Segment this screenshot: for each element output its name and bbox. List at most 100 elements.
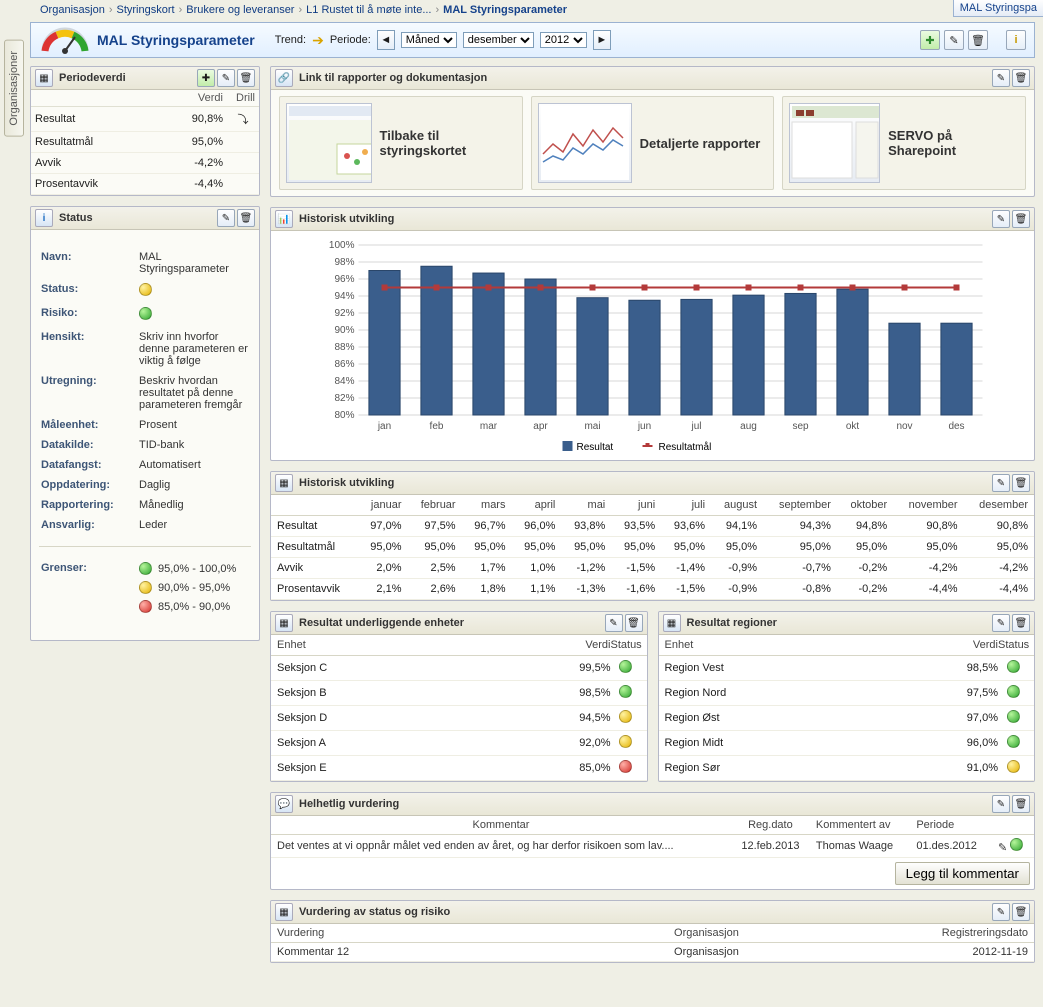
hist-col: august [711,495,763,516]
hist-cell: 96,7% [462,516,512,537]
edit-button[interactable]: ✎ [944,30,964,50]
units-delete-button[interactable]: 🗑 [625,614,643,632]
vurdering-delete-button[interactable]: 🗑 [1012,795,1030,813]
unit-row[interactable]: Seksjon A92,0% [271,731,647,756]
unit-status [998,760,1028,776]
status-risiko-delete-button[interactable]: 🗑 [1012,903,1030,921]
grid-icon: ▦ [275,903,293,921]
units-edit-button[interactable]: ✎ [605,614,623,632]
unit-row[interactable]: Region Vest98,5% [659,656,1035,681]
unit-row[interactable]: Region Nord97,5% [659,681,1035,706]
unit-status [611,685,641,701]
hist-col [271,495,358,516]
sidebar-tab-organisasjoner[interactable]: Organisasjoner [4,40,24,137]
add-comment-button[interactable]: Legg til kommentar [895,862,1030,885]
year-select[interactable]: 2012 [540,32,587,48]
chart-delete-button[interactable]: 🗑 [1012,210,1030,228]
granularity-select[interactable]: Måned [401,32,457,48]
chart-edit-button[interactable]: ✎ [992,210,1010,228]
unit-row[interactable]: Region Midt96,0% [659,731,1035,756]
periodeverdi-delete-button[interactable]: 🗑 [237,69,255,87]
unit-name: Seksjon C [277,662,551,674]
status-risiko-title: Vurdering av status og risiko [299,906,450,918]
status-edit-button[interactable]: ✎ [217,209,235,227]
unit-name: Seksjon A [277,737,551,749]
lbl-datafangst: Datafangst: [41,459,131,471]
svg-text:Resultat: Resultat [577,442,614,453]
crumb-l1[interactable]: L1 Rustet til å møte inte... [306,4,431,16]
status-delete-button[interactable]: 🗑 [237,209,255,227]
hist-cell: -0,9% [711,579,763,600]
val-datafangst: Automatisert [139,459,249,471]
vurdering-title: Helhetlig vurdering [299,798,399,810]
hist-cell: 95,0% [964,537,1034,558]
unit-row[interactable]: Seksjon D94,5% [271,706,647,731]
unit-status [611,735,641,751]
svg-text:96%: 96% [334,274,354,285]
link-label: Tilbake til styringskortet [380,128,516,158]
crumb-styringskort[interactable]: Styringskort [117,4,175,16]
gauge-icon [39,25,91,55]
val-rapportering: Månedlig [139,499,249,511]
hist-cell: 1,0% [511,558,561,579]
row-edit-icon[interactable]: ✎ [998,842,1007,854]
crumb-brukere[interactable]: Brukere og leveranser [186,4,294,16]
sr-v: Kommentar 12 [271,943,519,962]
hist-cell: 94,1% [711,516,763,537]
status-dot-icon [1007,735,1020,748]
status-risiko-edit-button[interactable]: ✎ [992,903,1010,921]
unit-row[interactable]: Seksjon C99,5% [271,656,647,681]
unit-row[interactable]: Region Sør91,0% [659,756,1035,781]
pv-label: Avvik [31,153,157,174]
svg-text:86%: 86% [334,359,354,370]
unit-row[interactable]: Seksjon E85,0% [271,756,647,781]
unit-status [611,760,641,776]
add-button[interactable]: ✚ [920,30,940,50]
link-label: SERVO på Sharepoint [888,128,1019,158]
pv-value: 90,8% [157,107,227,132]
crumb-organisasjon[interactable]: Organisasjon [40,4,105,16]
unit-value: 99,5% [551,662,611,674]
history-title: Historisk utvikling [299,477,394,489]
regions-delete-button[interactable]: 🗑 [1012,614,1030,632]
month-select[interactable]: desember [463,32,534,48]
history-edit-button[interactable]: ✎ [992,474,1010,492]
regions-col-name: Enhet [665,639,939,651]
svg-text:des: des [948,421,964,432]
status-dot-icon [619,685,632,698]
page-title: MAL Styringsparameter [97,32,255,48]
periodeverdi-edit-button[interactable]: ✎ [217,69,235,87]
status-dot-icon [619,660,632,673]
hist-col: juli [661,495,711,516]
pv-drill[interactable]: ⤵ [227,107,259,132]
lbl-navn: Navn: [41,251,131,275]
unit-name: Region Øst [665,712,939,724]
link-icon: 🔗 [275,69,293,87]
link-card[interactable]: Tilbake til styringskortet [279,96,523,190]
unit-row[interactable]: Seksjon B98,5% [271,681,647,706]
status-dot-icon [619,735,632,748]
unit-row[interactable]: Region Øst97,0% [659,706,1035,731]
links-delete-button[interactable]: 🗑 [1012,69,1030,87]
regions-edit-button[interactable]: ✎ [992,614,1010,632]
threshold-text: 90,0% - 95,0% [158,582,230,594]
hist-cell: 95,0% [561,537,611,558]
val-navn: MAL Styringsparameter [139,251,249,275]
hist-cell: -4,2% [893,558,963,579]
vurdering-edit-button[interactable]: ✎ [992,795,1010,813]
breadcrumb: Organisasjon› Styringskort› Brukere og l… [0,0,1043,22]
hist-cell: 97,0% [358,516,408,537]
link-card[interactable]: SERVO på Sharepoint [782,96,1026,190]
svg-text:sep: sep [792,421,809,432]
periodeverdi-add-button[interactable]: ✚ [197,69,215,87]
links-edit-button[interactable]: ✎ [992,69,1010,87]
period-next-button[interactable]: ► [593,30,611,50]
v-period: 01.des.2012 [910,835,992,858]
link-card[interactable]: Detaljerte rapporter [531,96,775,190]
title-bar: MAL Styringsparameter Trend: ➔ Periode: … [30,22,1035,58]
history-delete-button[interactable]: 🗑 [1012,474,1030,492]
period-prev-button[interactable]: ◄ [377,30,395,50]
info-button[interactable]: i [1006,30,1026,50]
delete-button[interactable]: 🗑 [968,30,988,50]
svg-text:mar: mar [480,421,498,432]
